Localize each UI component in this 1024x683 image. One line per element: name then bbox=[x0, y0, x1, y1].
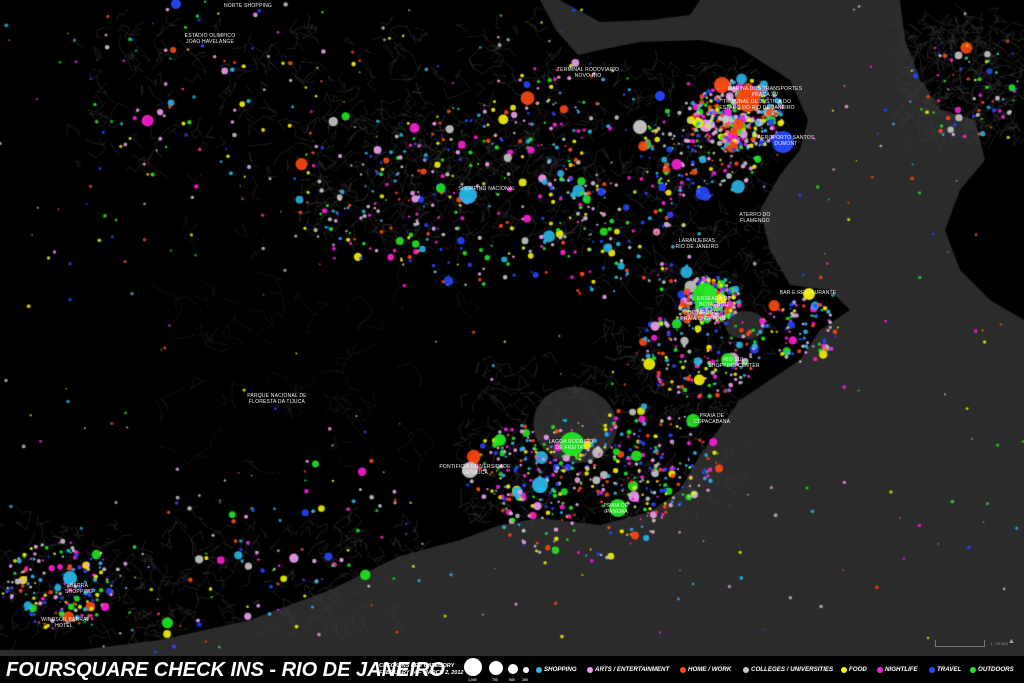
size-legend-circle bbox=[523, 667, 529, 673]
legend-dot bbox=[743, 667, 749, 673]
legend-label: FOOD bbox=[849, 666, 867, 673]
legend-footer: FOURSQUARE CHECK INS - RIO DE JANEIRO CH… bbox=[0, 655, 1024, 683]
place-label: TERMINAL RODOVIARIO NOVO RIO bbox=[556, 67, 620, 79]
place-label: PRAIA DE COPACABANA bbox=[693, 413, 731, 425]
legend-dot bbox=[929, 667, 935, 673]
place-label: MARINA DOS TRANSPORTES PRAÇA XV bbox=[727, 86, 803, 98]
place-label: BAR E RESTAURANTE bbox=[779, 290, 837, 296]
legend-dot bbox=[680, 667, 686, 673]
size-legend-label: 250 bbox=[522, 678, 528, 682]
map-date-range: FEBRUARY 24 – MARCH 2, 2012 bbox=[379, 670, 464, 676]
place-label: BOTAFOGO PRAIA SHOPPING bbox=[680, 310, 726, 322]
place-label: PONTIFICIA UNIVERSIDADE CATOLICA bbox=[439, 464, 511, 476]
place-label: AEROPORTO SANTOS DUMONT bbox=[757, 135, 815, 147]
map-stage: NORTE SHOPPING ESTADIO OLIMPICO JOAO HAV… bbox=[0, 0, 1024, 683]
scale-bar bbox=[935, 640, 985, 647]
legend-label: OUTDOORS bbox=[978, 666, 1014, 673]
size-legend-circle bbox=[489, 661, 503, 675]
checkin-map-canvas[interactable] bbox=[0, 0, 1024, 655]
legend-label: ARTS / ENTERTAINMENT bbox=[595, 666, 670, 673]
map-subtitle: CHECK INS PER CATEGORY bbox=[379, 663, 455, 669]
size-legend-circle bbox=[464, 658, 482, 676]
legend-label: HOME / WORK bbox=[688, 666, 732, 673]
legend-label: SHOPPING bbox=[544, 666, 577, 673]
scale-label: 1 : 20,000 bbox=[990, 641, 1008, 646]
legend-dot bbox=[841, 667, 847, 673]
place-label: LAGOA RODRIGO DE FREITAS bbox=[548, 439, 594, 451]
legend-label: NIGHTLIFE bbox=[885, 666, 918, 673]
size-legend-circle bbox=[508, 664, 518, 674]
place-label: LARANJEIRAS RIO DE JANEIRO bbox=[675, 238, 719, 250]
legend-dot bbox=[970, 667, 976, 673]
legend-label: COLLEGES / UNIVERSITIES bbox=[751, 666, 834, 673]
north-arrow-icon: ▲ bbox=[1008, 638, 1015, 645]
place-label: ATERRO DO FLAMENGO bbox=[739, 212, 771, 224]
legend-dot bbox=[536, 667, 542, 673]
size-legend-label: 1,000 bbox=[468, 678, 477, 682]
place-label: ENSEADA DE BOTAFOGO bbox=[697, 296, 731, 308]
place-label: TRIBUNAL DE JUSTICA DO ESTADO DO RIO DE … bbox=[719, 99, 795, 111]
place-label: PRAIA DE IPANEMA bbox=[603, 503, 629, 515]
size-legend-label: 750 bbox=[492, 678, 498, 682]
place-label: ESTADIO OLIMPICO JOAO HAVELANGE bbox=[184, 33, 236, 45]
place-label: PARQUE NACIONAL DE FLORESTA DA TIJUCA bbox=[247, 393, 307, 405]
legend-dot bbox=[877, 667, 883, 673]
place-label: BARRA SHOPPING bbox=[65, 583, 93, 595]
place-label: WINDSOR BARRA HOTEL bbox=[41, 617, 87, 629]
size-legend-label: 500 bbox=[509, 678, 515, 682]
place-label: RIO SUL SHOPPING CENTER bbox=[708, 357, 760, 369]
place-label: NORTE SHOPPING bbox=[224, 3, 272, 9]
legend-dot bbox=[587, 667, 593, 673]
legend-label: TRAVEL bbox=[937, 666, 962, 673]
place-label: SHOPPING NACIONAL bbox=[458, 186, 516, 192]
